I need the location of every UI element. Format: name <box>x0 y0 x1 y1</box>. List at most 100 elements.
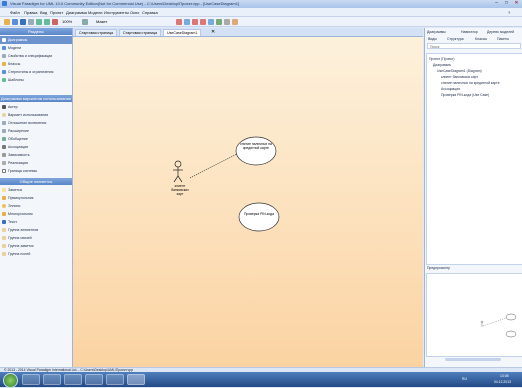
diagram-preview[interactable] <box>426 273 522 357</box>
tab-start-page-2[interactable]: Стартовая страница <box>119 29 162 36</box>
start-button[interactable] <box>3 373 18 388</box>
diagram-canvas[interactable]: клиент банковских карт снятие наличных н… <box>73 37 423 367</box>
redo-icon[interactable] <box>44 18 50 25</box>
taskbar-explorer-icon[interactable] <box>43 374 61 385</box>
menu-diagram[interactable]: Диаграмма <box>66 10 87 15</box>
close-tab-icon[interactable]: ✕ <box>211 28 215 36</box>
zoom-slider[interactable] <box>445 358 501 361</box>
left-item-diagrams[interactable]: Диаграммы <box>0 36 72 44</box>
include-icon <box>2 120 6 125</box>
palette-association[interactable]: Ассоциация <box>0 143 72 151</box>
tab-usecase-diagram[interactable]: UseCaseDiagram1 <box>163 29 202 36</box>
usecase-palette-header[interactable]: Диаграмма вариантов использования <box>0 95 72 102</box>
menu-edit[interactable]: Правка <box>24 10 38 15</box>
toolbar: 100% Макет <box>0 17 522 27</box>
model-tree[interactable]: Проект (Проект) Диаграмма UseCaseDiagram… <box>426 53 522 265</box>
menu-project[interactable]: Проект <box>50 10 63 15</box>
clock-date[interactable]: 04.12.2013 <box>494 380 511 384</box>
palette-extend[interactable]: Расширение <box>0 127 72 135</box>
tool-shape-7-icon[interactable] <box>224 18 230 25</box>
association-icon <box>2 144 6 149</box>
actor-figure[interactable] <box>173 160 183 183</box>
class-icon <box>2 61 6 66</box>
open-icon[interactable] <box>12 18 18 25</box>
maximize-button[interactable]: □ <box>502 0 511 7</box>
tree-item[interactable]: Проверка PIN-кода (Use Case) <box>441 92 489 98</box>
menu-tools[interactable]: Инструменты <box>104 10 129 15</box>
group-icon <box>2 251 6 256</box>
palette-system-boundary[interactable]: Граница системы <box>0 167 72 175</box>
note-icon <box>2 187 6 192</box>
subtab-classes[interactable]: Классы <box>475 36 487 42</box>
taskbar-app2-icon[interactable] <box>106 374 124 385</box>
tab-model-tree[interactable]: Дерево моделей <box>487 28 514 36</box>
help-icon[interactable]: ? <box>508 10 510 15</box>
palette-note[interactable]: Заметка <box>0 186 72 194</box>
palette-ellipse[interactable]: Эллипс <box>0 202 72 210</box>
menu-view[interactable]: Вид <box>40 10 47 15</box>
taskbar-app-icon[interactable] <box>85 374 103 385</box>
palette-field-group[interactable]: Группа полей <box>0 250 72 258</box>
tab-start-page-1[interactable]: Стартовая страница <box>75 29 118 36</box>
palette-link-group[interactable]: Группа связей <box>0 234 72 242</box>
layout-label[interactable]: Макет <box>96 19 107 24</box>
usecase-pin-ellipse[interactable] <box>238 202 280 232</box>
print-icon[interactable] <box>28 18 34 25</box>
left-item-classes[interactable]: Классы <box>0 60 72 68</box>
palette-note-group[interactable]: Группа заметок <box>0 242 72 250</box>
subtab-views[interactable]: Виды <box>428 36 437 42</box>
diagram-icon <box>2 37 6 42</box>
palette-dependency[interactable]: Зависимость <box>0 151 72 159</box>
language-indicator[interactable]: RU <box>462 377 467 381</box>
palette-realization[interactable]: Реализация <box>0 159 72 167</box>
usecase-pin-label: Проверка PIN-кода <box>243 212 275 216</box>
clock-time[interactable]: 13:08 <box>500 374 509 378</box>
tool-shape-4-icon[interactable] <box>200 18 206 25</box>
taskbar-media-icon[interactable] <box>64 374 82 385</box>
menu-file[interactable]: Файл <box>10 10 20 15</box>
taskbar-ie-icon[interactable] <box>22 374 40 385</box>
tab-navigator[interactable]: Навигатор <box>461 28 478 36</box>
left-item-properties[interactable]: Свойства и спецификации <box>0 52 72 60</box>
subtab-structure[interactable]: Структура <box>447 36 464 42</box>
palette-text[interactable]: Текст <box>0 218 72 226</box>
generalization-icon <box>2 136 6 141</box>
left-item-stereotypes[interactable]: Стереотипы и ограничения <box>0 68 72 76</box>
tool-shape-5-icon[interactable] <box>208 18 214 25</box>
palette-generalization[interactable]: Обобщение <box>0 135 72 143</box>
association-line[interactable] <box>189 153 238 179</box>
common-palette-header[interactable]: Общие элементы <box>0 178 72 185</box>
search-input[interactable]: Поиск <box>427 43 521 49</box>
menu-window[interactable]: Окно <box>130 10 139 15</box>
new-project-icon[interactable] <box>4 18 10 25</box>
zoom-level[interactable]: 100% <box>62 19 72 24</box>
palette-element-group[interactable]: Группа элементов <box>0 226 72 234</box>
save-icon[interactable] <box>20 18 26 25</box>
tool-shape-6-icon[interactable] <box>216 18 222 25</box>
palette-rectangle[interactable]: Прямоугольник <box>0 194 72 202</box>
tab-diagrams-navigator[interactable]: Диаграммы <box>427 28 446 36</box>
right-panel-tabs: Диаграммы Навигатор Дерево моделей <box>425 28 522 36</box>
tool-shape-8-icon[interactable] <box>232 18 238 25</box>
undo-icon[interactable] <box>36 18 42 25</box>
close-button[interactable]: ✕ <box>512 0 521 7</box>
palette-polygon[interactable]: Многоугольник <box>0 210 72 218</box>
tool-shape-3-icon[interactable] <box>192 18 198 25</box>
delete-icon[interactable] <box>52 18 58 25</box>
actor-label: клиент банковских карт <box>171 184 189 196</box>
subtab-packages[interactable]: Пакеты <box>497 36 509 42</box>
palette-use-case[interactable]: Вариант использования <box>0 111 72 119</box>
palette-actor[interactable]: Актер <box>0 103 72 111</box>
extend-icon <box>2 128 6 133</box>
left-item-templates[interactable]: Шаблоны <box>0 76 72 84</box>
minimize-button[interactable]: – <box>492 0 501 7</box>
menu-help[interactable]: Справка <box>142 10 158 15</box>
editor-tabs: Стартовая страница Стартовая страница Us… <box>73 28 423 37</box>
taskbar-visual-paradigm-icon[interactable] <box>127 374 145 385</box>
tool-shape-2-icon[interactable] <box>184 18 190 25</box>
tool-shape-1-icon[interactable] <box>176 18 182 25</box>
menu-models[interactable]: Модели <box>88 10 103 15</box>
zoom-dropdown-icon[interactable] <box>82 18 88 25</box>
left-item-models[interactable]: Модели <box>0 44 72 52</box>
palette-include[interactable]: Отношение включения <box>0 119 72 127</box>
